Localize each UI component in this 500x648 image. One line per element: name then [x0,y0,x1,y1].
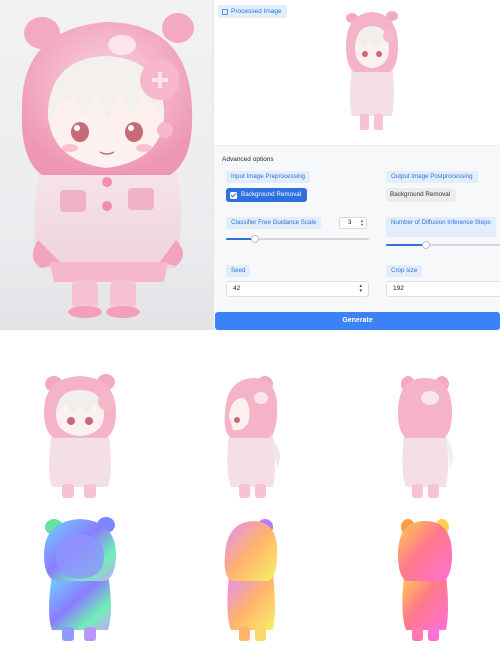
stepper-arrows-icon[interactable]: ▲ ▼ [360,219,364,227]
generated-view-back [398,376,454,498]
processed-image-label: Processed Image [218,5,287,18]
advanced-options-title: Advanced options [222,156,274,163]
output-background-removal-checkbox[interactable]: Background Removal [386,188,457,202]
crop-size-label: Crop size [386,265,423,277]
generated-normal-front [44,517,116,641]
generated-normal-back [398,519,452,641]
cfg-scale-label: Classifier Free Guidance Scale [226,217,322,229]
generated-view-side [224,376,281,498]
processed-image-label-text: Processed Image [231,8,282,15]
seed-value: 42 [233,285,241,292]
generate-button[interactable]: Generate [215,312,500,330]
inference-steps-slider-fill [386,244,426,246]
inference-steps-slider[interactable] [386,241,500,249]
output-postprocessing-label: Output Image Postprocessing [386,171,478,183]
checkbox-checked-icon [230,191,237,199]
seed-input[interactable]: 42 ▲ ▼ [226,281,369,297]
input-figure-illustration [21,13,194,318]
inference-steps-slider-thumb[interactable] [422,241,430,249]
seed-stepper-icon[interactable]: ▲ ▼ [359,283,363,293]
processed-image-thumbnail [346,11,398,130]
advanced-options-panel: Advanced options Input Image Preprocessi… [213,145,500,330]
input-background-removal-label: Background Removal [241,191,302,198]
seed-label: Seed [226,265,251,277]
generated-views-grid [0,330,500,648]
crop-size-value: 192 [393,285,404,292]
input-preprocessing-label: Input Image Preprocessing [226,171,310,183]
image-icon [222,8,228,15]
generated-view-front [44,374,116,498]
cfg-scale-stepper[interactable]: 3 ▲ ▼ [339,217,367,229]
input-background-removal-checkbox[interactable]: Background Removal [226,188,308,202]
output-background-removal-label: Background Removal [390,191,451,198]
generated-normal-side [224,519,278,641]
input-image [0,0,213,330]
crop-size-input[interactable]: 192 [386,281,500,297]
processed-image-panel: Processed Image [213,0,500,145]
cfg-scale-slider[interactable] [226,235,369,243]
cfg-scale-slider-thumb[interactable] [251,235,259,243]
inference-steps-label: Number of Diffusion Inference Steps [386,217,496,237]
cfg-scale-value: 3 [348,219,352,226]
